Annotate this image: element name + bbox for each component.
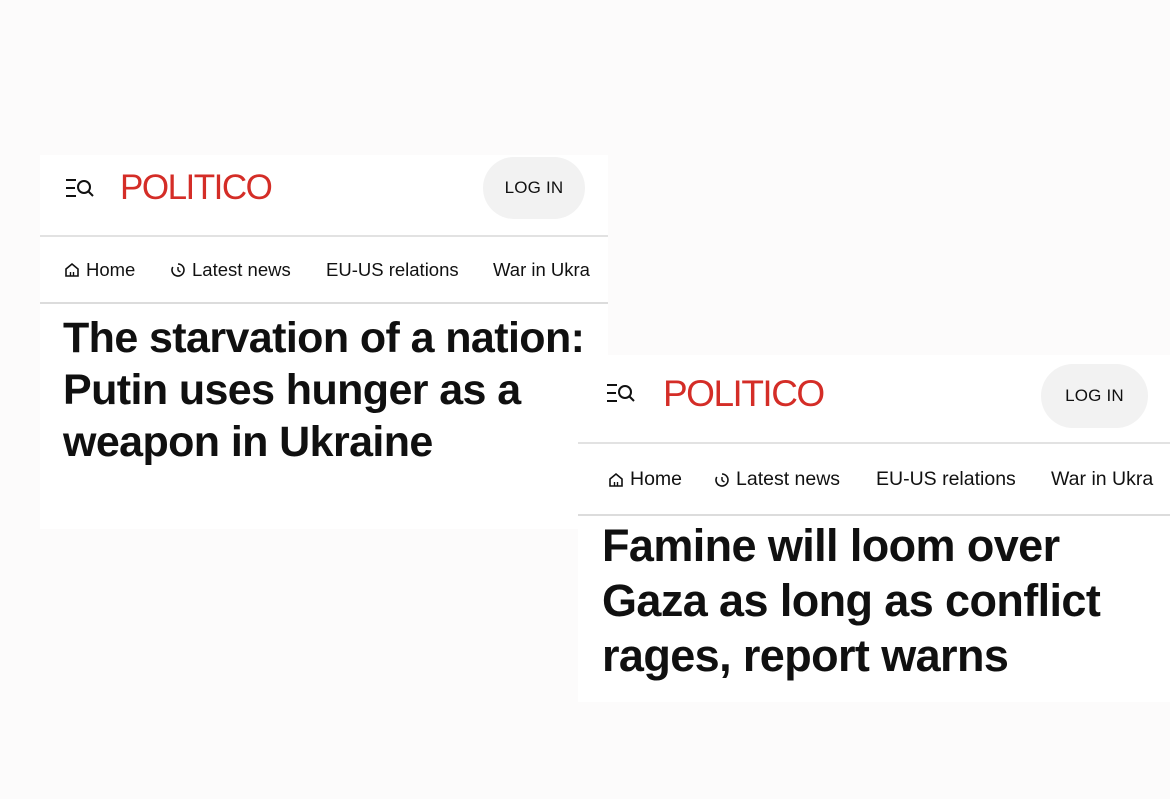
article-card-gaza: POLITICO LOG IN Home Latest news EU-US r…: [578, 355, 1170, 702]
site-header: POLITICO LOG IN: [40, 155, 608, 237]
nav-label: War in Ukra: [493, 259, 590, 280]
site-header: POLITICO LOG IN: [578, 355, 1170, 444]
nav-label: War in Ukra: [1051, 468, 1154, 490]
nav-label: Latest news: [192, 259, 291, 280]
menu-search-icon[interactable]: [65, 177, 95, 199]
nav-label: Home: [630, 468, 683, 490]
nav-label: Latest news: [736, 468, 841, 490]
nav-item-war-in-ukraine[interactable]: War in Ukra: [1051, 468, 1153, 491]
nav-item-eu-us-relations[interactable]: EU-US relations: [876, 468, 1016, 491]
nav-label: EU-US relations: [876, 468, 1016, 490]
menu-search-icon[interactable]: [606, 382, 636, 404]
login-button[interactable]: LOG IN: [1041, 364, 1148, 428]
nav-item-home[interactable]: Home: [608, 468, 682, 491]
home-icon: [65, 262, 79, 277]
home-icon: [609, 472, 623, 487]
section-nav: Home Latest news EU-US relations War in …: [578, 444, 1170, 516]
nav-item-eu-us-relations[interactable]: EU-US relations: [326, 259, 459, 281]
nav-item-latest-news[interactable]: Latest news: [170, 259, 291, 281]
politico-logo[interactable]: POLITICO: [663, 375, 825, 412]
article-headline[interactable]: Famine will loom over Gaza as long as co…: [602, 518, 1162, 683]
nav-item-war-in-ukraine[interactable]: War in Ukra: [493, 259, 590, 281]
nav-item-home[interactable]: Home: [64, 259, 135, 281]
politico-logo[interactable]: POLITICO: [120, 170, 273, 205]
section-nav: Home Latest news EU-US relations War in …: [40, 237, 608, 304]
nav-item-latest-news[interactable]: Latest news: [714, 468, 840, 491]
clock-icon: [715, 472, 729, 487]
article-headline[interactable]: The starvation of a nation: Putin uses h…: [63, 312, 593, 468]
article-card-ukraine: POLITICO LOG IN Home Latest news EU-US r…: [40, 155, 608, 529]
login-button[interactable]: LOG IN: [483, 157, 585, 219]
clock-icon: [171, 263, 185, 277]
nav-label: EU-US relations: [326, 259, 459, 280]
nav-label: Home: [86, 259, 136, 280]
